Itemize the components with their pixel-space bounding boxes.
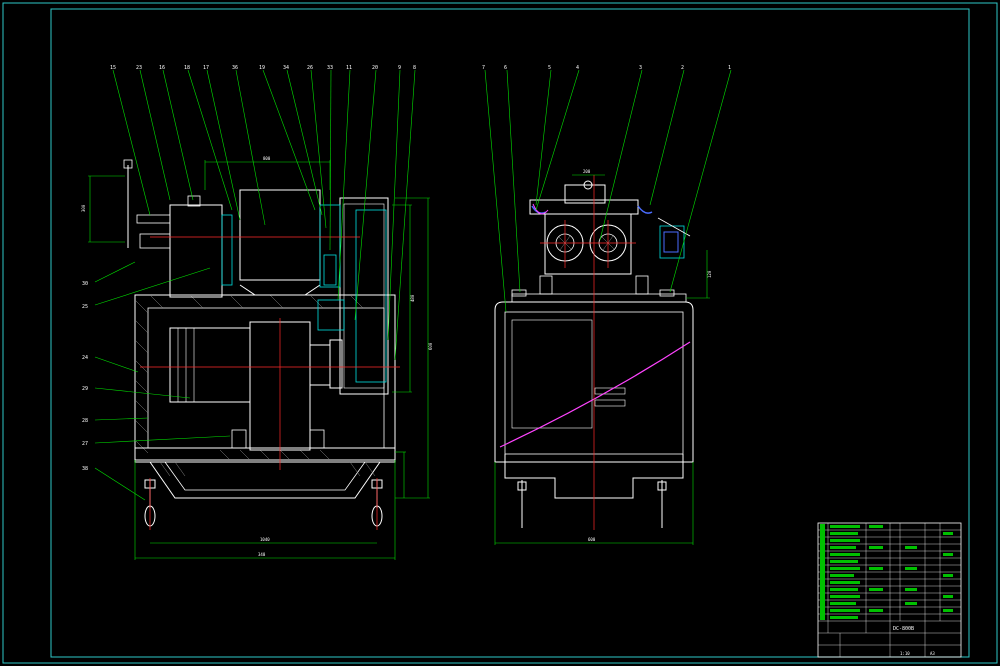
balloon-17: 17 xyxy=(203,65,209,71)
balloon-19: 19 xyxy=(259,65,265,71)
balloon-3: 3 xyxy=(639,65,642,71)
balloon-20: 20 xyxy=(372,65,378,71)
balloon-8: 8 xyxy=(413,65,416,71)
balloon-15: 15 xyxy=(110,65,116,71)
drawing-svg: 15 23 16 18 17 36 19 34 26 33 11 20 9 8 … xyxy=(2,2,998,664)
dim-800: 800 xyxy=(263,156,271,161)
title-block: DC-800B 1:10 A3 xyxy=(817,522,962,658)
dim-340: 340 xyxy=(258,552,266,557)
title-block-title: DC-800B xyxy=(893,626,914,632)
cad-drawing-canvas: 15 23 16 18 17 36 19 34 26 33 11 20 9 8 … xyxy=(0,0,1000,666)
balloon-1: 1 xyxy=(728,65,731,71)
dim-600: 600 xyxy=(428,342,433,350)
balloon-18: 18 xyxy=(184,65,190,71)
dim-1040: 1040 xyxy=(260,537,270,542)
front-view: 15 23 16 18 17 36 19 34 26 33 11 20 9 8 … xyxy=(81,65,433,560)
inner-frame xyxy=(50,8,970,658)
balloon-23: 23 xyxy=(136,65,142,71)
side-view: 7 6 5 4 3 2 1 200 600 120 xyxy=(482,65,732,545)
balloon-36: 36 xyxy=(232,65,238,71)
balloon-29: 29 xyxy=(82,386,88,392)
side-balloons: 7 6 5 4 3 2 1 xyxy=(482,65,731,71)
balloon-34: 34 xyxy=(283,65,289,71)
balloon-5: 5 xyxy=(548,65,551,71)
dim-side-200: 200 xyxy=(583,169,591,174)
balloon-9: 9 xyxy=(398,65,401,71)
balloon-38: 38 xyxy=(82,466,88,472)
dim-side-120: 120 xyxy=(707,270,712,278)
dim-480: 480 xyxy=(410,294,415,302)
balloon-33: 33 xyxy=(327,65,333,71)
outer-frame xyxy=(2,2,998,664)
balloon-25: 25 xyxy=(82,304,88,310)
title-block-sheet: 1:10 xyxy=(900,651,910,656)
dim-side-600: 600 xyxy=(588,537,596,542)
front-top-balloons: 15 23 16 18 17 36 19 34 26 33 11 20 9 8 xyxy=(110,65,416,71)
balloon-11: 11 xyxy=(346,65,352,71)
balloon-6: 6 xyxy=(504,65,507,71)
balloon-27: 27 xyxy=(82,441,88,447)
dim-300: 300 xyxy=(81,204,86,212)
front-side-balloons: 30 25 24 29 28 27 38 xyxy=(82,281,88,472)
balloon-16: 16 xyxy=(159,65,165,71)
balloon-28: 28 xyxy=(82,418,88,424)
balloon-2: 2 xyxy=(681,65,684,71)
balloon-26: 26 xyxy=(307,65,313,71)
balloon-7: 7 xyxy=(482,65,485,71)
balloon-30: 30 xyxy=(82,281,88,287)
title-block-scale: A3 xyxy=(930,651,935,656)
balloon-4: 4 xyxy=(576,65,579,71)
balloon-24: 24 xyxy=(82,355,88,361)
